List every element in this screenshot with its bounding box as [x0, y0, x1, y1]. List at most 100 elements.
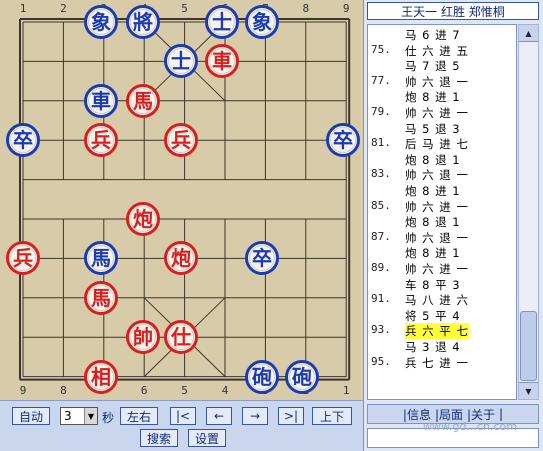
- move-number: 81.: [371, 136, 391, 150]
- interval-select[interactable]: 3 ▼: [60, 407, 98, 425]
- move-row[interactable]: 85. 帅 六 进 一: [368, 199, 516, 214]
- move-text: 炮 8 进 1: [405, 184, 461, 198]
- move-row[interactable]: 81. 后 马 进 七: [368, 136, 516, 151]
- move-list[interactable]: 马 6 进 7 75. 仕 六 进 五马 7 退 5 77. 帅 六 退 一炮 8 进 …: [367, 24, 517, 400]
- blue-piece[interactable]: 將: [126, 5, 160, 39]
- red-piece[interactable]: 兵: [164, 123, 198, 158]
- move-text: 马 6 进 7: [405, 28, 461, 42]
- move-text: 帅 六 进 一: [405, 199, 469, 214]
- move-text: 马 5 退 3: [405, 121, 461, 136]
- blue-piece[interactable]: 砲: [285, 359, 319, 394]
- move-row[interactable]: 炮 8 进 1: [368, 245, 516, 260]
- blue-piece[interactable]: 士: [205, 5, 239, 39]
- next-move-button[interactable]: →: [242, 407, 268, 425]
- move-number: 89.: [371, 261, 391, 274]
- scroll-down-icon[interactable]: ▼: [519, 382, 538, 399]
- file-number-top: 8: [302, 2, 310, 15]
- file-number-bottom: 8: [60, 384, 67, 397]
- first-move-button[interactable]: |<: [170, 407, 196, 425]
- move-row[interactable]: 车 8 平 3: [368, 277, 516, 292]
- file-number-top: 1: [19, 2, 27, 15]
- search-button[interactable]: 搜索: [140, 429, 178, 447]
- red-piece[interactable]: 兵: [84, 123, 118, 158]
- move-row[interactable]: 91. 马 八 进 六: [368, 292, 516, 307]
- move-number: 85.: [371, 198, 391, 212]
- move-text: 帅 六 退 一: [405, 230, 469, 245]
- move-number: 77.: [371, 73, 391, 87]
- move-row[interactable]: 马 3 退 4: [368, 339, 516, 354]
- move-row[interactable]: 马 6 进 7: [368, 27, 516, 42]
- chess-board[interactable]: 123456789987654321 象將士象士車車馬卒兵兵卒炮兵馬炮卒馬帥仕相…: [0, 0, 363, 400]
- move-row[interactable]: 炮 8 进 1: [368, 89, 516, 104]
- move-row[interactable]: 炮 8 退 1: [368, 214, 516, 229]
- move-row[interactable]: 炮 8 进 1: [368, 183, 516, 198]
- move-row[interactable]: 马 7 退 5: [368, 58, 516, 73]
- site-watermark: www.gd...cn.com: [423, 420, 517, 433]
- move-row[interactable]: 将 5 平 4: [368, 308, 516, 323]
- seconds-label: 秒: [102, 411, 115, 425]
- updown-button[interactable]: 上下: [312, 407, 352, 425]
- move-text: 炮 8 进 1: [405, 246, 461, 261]
- move-list-scrollbar[interactable]: ▲ ▼: [518, 24, 539, 400]
- move-row[interactable]: 79. 帅 六 进 一: [368, 105, 516, 120]
- scroll-thumb[interactable]: [520, 311, 537, 381]
- file-number-bottom: 4: [221, 384, 229, 397]
- file-number-top: 2: [60, 2, 67, 15]
- move-text: 马 八 进 六: [405, 293, 469, 308]
- file-number-top: 5: [181, 2, 188, 15]
- move-text: 帅 六 进 一: [405, 106, 469, 120]
- blue-piece[interactable]: 象: [84, 5, 118, 39]
- move-text: 帅 六 退 一: [405, 74, 469, 89]
- move-number: 75.: [371, 42, 391, 56]
- move-row[interactable]: 89. 帅 六 进 一: [368, 261, 516, 276]
- move-text: 将 5 平 4: [405, 308, 461, 323]
- move-text: 兵 六 平 七: [405, 323, 469, 340]
- scroll-up-icon[interactable]: ▲: [519, 25, 538, 42]
- red-piece[interactable]: 仕: [164, 320, 198, 355]
- move-number: 83.: [371, 167, 391, 181]
- blue-piece[interactable]: 卒: [326, 123, 360, 158]
- interval-value: 3: [64, 409, 72, 423]
- last-move-button[interactable]: >|: [278, 407, 304, 425]
- blue-piece[interactable]: 象: [245, 5, 279, 39]
- red-piece[interactable]: 馬: [126, 83, 160, 118]
- move-text: 帅 六 进 一: [405, 262, 469, 276]
- move-text: 后 马 进 七: [405, 137, 469, 152]
- red-piece[interactable]: 炮: [126, 202, 160, 236]
- file-number-bottom: 1: [342, 384, 350, 397]
- move-number: 95.: [371, 354, 391, 368]
- prev-move-button[interactable]: ←: [206, 407, 232, 425]
- game-title: 王天一 红胜 郑惟桐: [367, 2, 539, 20]
- red-piece[interactable]: 相: [84, 359, 118, 394]
- move-text: 马 7 退 5: [405, 59, 461, 74]
- blue-piece[interactable]: 卒: [6, 123, 40, 158]
- settings-button[interactable]: 设置: [188, 429, 226, 447]
- move-number: 93.: [371, 323, 391, 337]
- move-text: 马 3 退 4: [405, 340, 461, 354]
- move-text: 炮 8 退 1: [405, 152, 461, 167]
- move-text: 兵 七 进 一: [405, 355, 469, 370]
- red-piece[interactable]: 馬: [84, 280, 118, 315]
- flip-button[interactable]: 左右: [120, 407, 158, 425]
- file-number-bottom: 9: [19, 384, 27, 397]
- move-row[interactable]: 75. 仕 六 进 五: [368, 43, 516, 58]
- blue-piece[interactable]: 砲: [245, 359, 279, 394]
- move-number: 79.: [371, 105, 391, 118]
- move-row[interactable]: 93. 兵 六 平 七: [368, 323, 516, 340]
- move-row[interactable]: 87. 帅 六 退 一: [368, 230, 516, 245]
- file-number-bottom: 5: [181, 384, 188, 397]
- blue-piece[interactable]: 車: [84, 83, 118, 118]
- file-number-top: 9: [342, 2, 350, 15]
- move-row[interactable]: 77. 帅 六 退 一: [368, 74, 516, 89]
- file-number-bottom: 6: [140, 384, 148, 397]
- move-text: 车 8 平 3: [405, 277, 461, 292]
- move-row[interactable]: 马 5 退 3: [368, 121, 516, 136]
- move-text: 仕 六 进 五: [405, 43, 469, 58]
- red-piece[interactable]: 帥: [126, 320, 160, 355]
- move-row[interactable]: 95. 兵 七 进 一: [368, 355, 516, 370]
- move-number: 87.: [371, 229, 391, 243]
- move-row[interactable]: 83. 帅 六 退 一: [368, 167, 516, 182]
- auto-play-button[interactable]: 自动: [12, 407, 50, 425]
- move-text: 炮 8 退 1: [405, 215, 461, 230]
- move-row[interactable]: 炮 8 退 1: [368, 152, 516, 167]
